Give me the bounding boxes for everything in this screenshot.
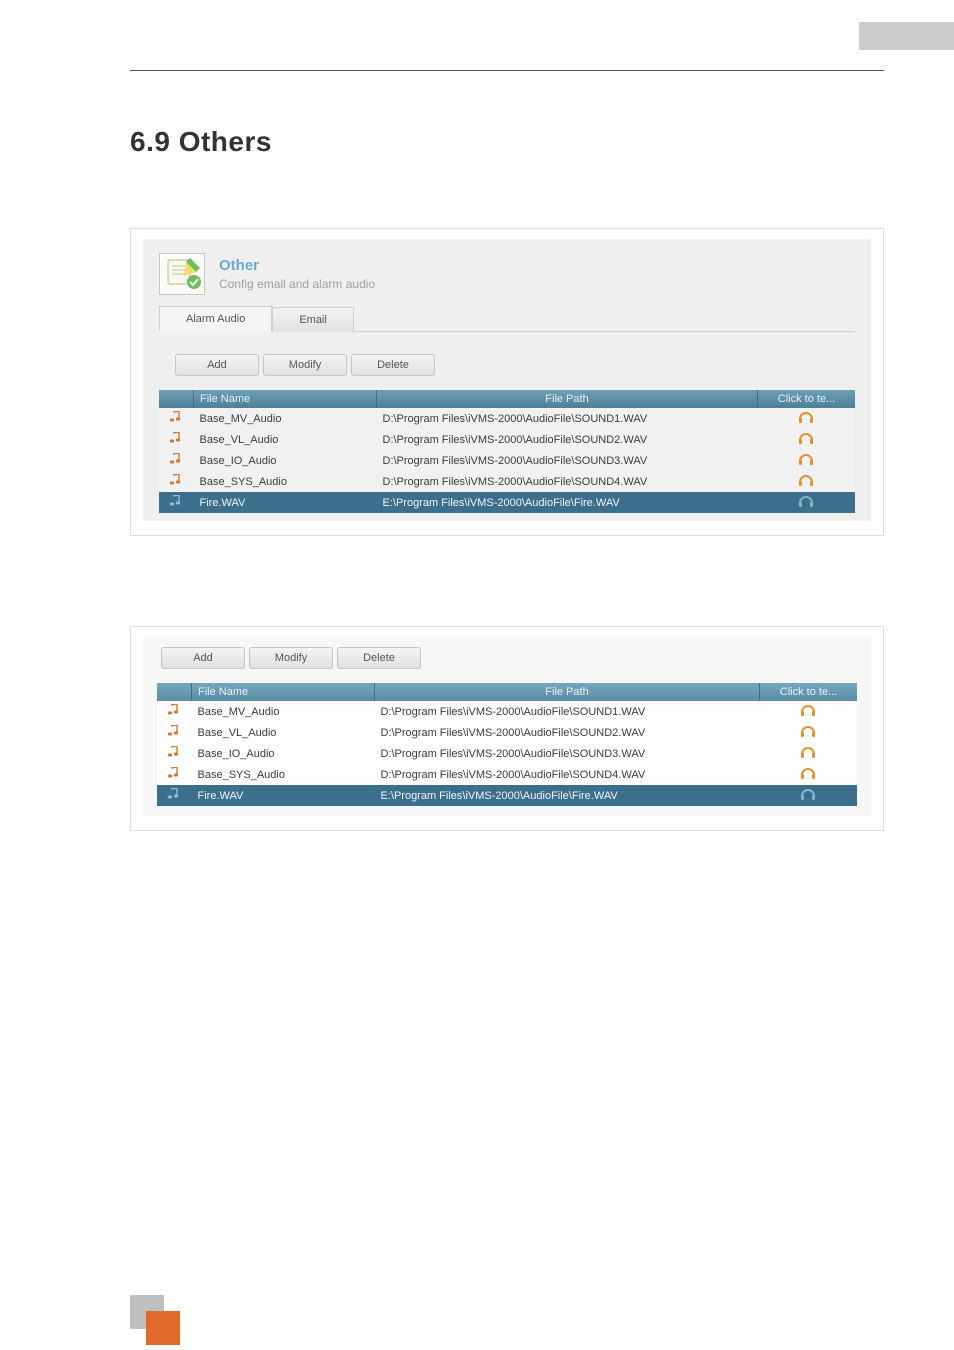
- music-note-icon: [169, 474, 183, 486]
- cell-filename: Base_VL_Audio: [194, 429, 377, 450]
- col-filename: File Name: [192, 683, 375, 701]
- screenshot-other-panel: Other Config email and alarm audio Alarm…: [130, 228, 884, 536]
- cell-filepath: D:\Program Files\iVMS-2000\AudioFile\SOU…: [377, 450, 758, 471]
- delete-button[interactable]: Delete: [337, 647, 421, 669]
- cell-filename: Base_VL_Audio: [192, 722, 375, 743]
- music-note-icon: [169, 495, 183, 507]
- cell-filename: Fire.WAV: [192, 785, 375, 806]
- table-row[interactable]: Base_IO_AudioD:\Program Files\iVMS-2000\…: [159, 450, 855, 471]
- cell-filepath: D:\Program Files\iVMS-2000\AudioFile\SOU…: [377, 408, 758, 429]
- cell-filepath: E:\Program Files\iVMS-2000\AudioFile\Fir…: [377, 492, 758, 513]
- headphones-icon[interactable]: [798, 410, 814, 424]
- cell-filename: Base_IO_Audio: [192, 743, 375, 764]
- cell-filepath: D:\Program Files\iVMS-2000\AudioFile\SOU…: [377, 429, 758, 450]
- headphones-icon[interactable]: [798, 494, 814, 508]
- music-note-icon: [167, 767, 181, 779]
- cell-filename: Base_SYS_Audio: [194, 471, 377, 492]
- cell-filepath: E:\Program Files\iVMS-2000\AudioFile\Fir…: [375, 785, 760, 806]
- modify-button[interactable]: Modify: [263, 354, 347, 376]
- cell-filename: Fire.WAV: [194, 492, 377, 513]
- music-note-icon: [167, 746, 181, 758]
- modify-button[interactable]: Modify: [249, 647, 333, 669]
- audio-table-blurry: File Name File Path Click to te... Base_…: [159, 390, 855, 513]
- table-row[interactable]: Fire.WAVE:\Program Files\iVMS-2000\Audio…: [157, 785, 857, 806]
- delete-button[interactable]: Delete: [351, 354, 435, 376]
- audio-table: File Name File Path Click to te... Base_…: [157, 683, 857, 806]
- cell-filepath: D:\Program Files\iVMS-2000\AudioFile\SOU…: [377, 471, 758, 492]
- table-row[interactable]: Base_VL_AudioD:\Program Files\iVMS-2000\…: [159, 429, 855, 450]
- headphones-icon[interactable]: [800, 724, 816, 738]
- pencil-note-icon: [159, 253, 205, 295]
- panel-title: Other: [219, 257, 375, 274]
- music-note-icon: [167, 704, 181, 716]
- tab-email[interactable]: Email: [272, 307, 354, 332]
- col-filename: File Name: [194, 390, 377, 408]
- headphones-icon[interactable]: [800, 745, 816, 759]
- col-play: Click to te...: [758, 390, 856, 408]
- table-row[interactable]: Base_MV_AudioD:\Program Files\iVMS-2000\…: [157, 701, 857, 722]
- add-button[interactable]: Add: [161, 647, 245, 669]
- cell-filepath: D:\Program Files\iVMS-2000\AudioFile\SOU…: [375, 743, 760, 764]
- cell-filename: Base_IO_Audio: [194, 450, 377, 471]
- headphones-icon[interactable]: [800, 703, 816, 717]
- headphones-icon[interactable]: [798, 473, 814, 487]
- page-edge-tab: [859, 22, 954, 50]
- table-row[interactable]: Base_SYS_AudioD:\Program Files\iVMS-2000…: [159, 471, 855, 492]
- tabs: Alarm Audio Email: [159, 305, 855, 332]
- col-filepath: File Path: [377, 390, 758, 408]
- cell-filepath: D:\Program Files\iVMS-2000\AudioFile\SOU…: [375, 722, 760, 743]
- section-heading: 6.9 Others: [130, 126, 884, 158]
- table-row[interactable]: Fire.WAVE:\Program Files\iVMS-2000\Audio…: [159, 492, 855, 513]
- table-row[interactable]: Base_SYS_AudioD:\Program Files\iVMS-2000…: [157, 764, 857, 785]
- cell-filepath: D:\Program Files\iVMS-2000\AudioFile\SOU…: [375, 764, 760, 785]
- panel-subtitle: Config email and alarm audio: [219, 277, 375, 291]
- music-note-icon: [167, 725, 181, 737]
- top-rule: [130, 70, 884, 71]
- headphones-icon[interactable]: [798, 452, 814, 466]
- screenshot-audio-table: Add Modify Delete File Name File Path Cl…: [130, 626, 884, 831]
- music-note-icon: [169, 453, 183, 465]
- col-filepath: File Path: [375, 683, 760, 701]
- table-row[interactable]: Base_MV_AudioD:\Program Files\iVMS-2000\…: [159, 408, 855, 429]
- tab-alarm-audio[interactable]: Alarm Audio: [159, 306, 272, 332]
- headphones-icon[interactable]: [800, 787, 816, 801]
- cell-filename: Base_SYS_Audio: [192, 764, 375, 785]
- cell-filename: Base_MV_Audio: [192, 701, 375, 722]
- col-play: Click to te...: [760, 683, 858, 701]
- headphones-icon[interactable]: [798, 431, 814, 445]
- table-row[interactable]: Base_IO_AudioD:\Program Files\iVMS-2000\…: [157, 743, 857, 764]
- add-button[interactable]: Add: [175, 354, 259, 376]
- cell-filename: Base_MV_Audio: [194, 408, 377, 429]
- headphones-icon[interactable]: [800, 766, 816, 780]
- music-note-icon: [169, 411, 183, 423]
- table-row[interactable]: Base_VL_AudioD:\Program Files\iVMS-2000\…: [157, 722, 857, 743]
- music-note-icon: [169, 432, 183, 444]
- music-note-icon: [167, 788, 181, 800]
- cell-filepath: D:\Program Files\iVMS-2000\AudioFile\SOU…: [375, 701, 760, 722]
